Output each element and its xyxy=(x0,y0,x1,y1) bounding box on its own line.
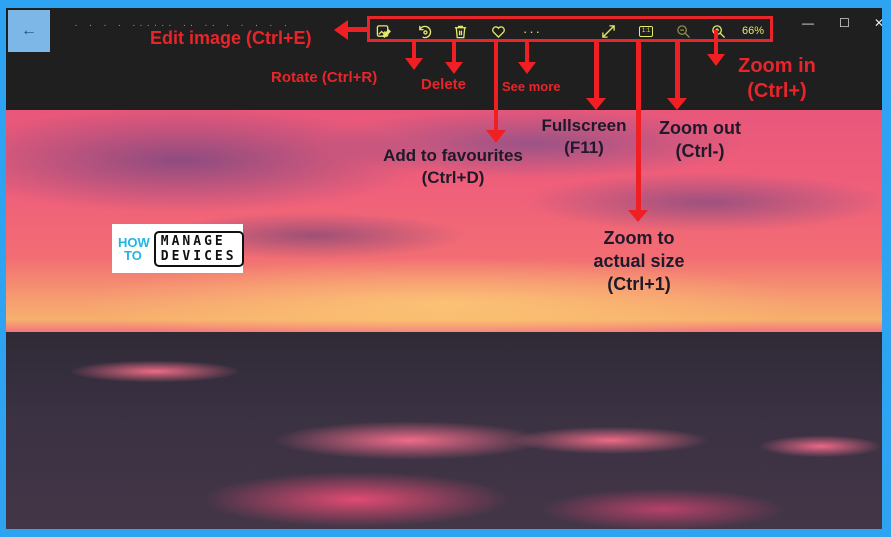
zoom-out-arrow xyxy=(675,42,680,100)
edit-arrow xyxy=(346,27,368,32)
zoom-level[interactable]: 66% xyxy=(742,23,764,39)
rotate-icon xyxy=(419,25,432,38)
label-rotate: Rotate (Ctrl+R) xyxy=(271,69,378,86)
fullscreen-button[interactable] xyxy=(601,23,616,39)
more-icon: ··· xyxy=(523,23,542,39)
label-favourites: Add to favourites (Ctrl+D) xyxy=(365,146,541,188)
see-more-arrow-head xyxy=(518,62,536,74)
how-to-manage-devices-logo: HOW TO MANAGE DEVICES xyxy=(112,224,244,273)
label-actual-size: Zoom to actual size (Ctrl+1) xyxy=(574,228,704,295)
actual-size-arrow-head xyxy=(628,210,648,222)
delete-arrow xyxy=(452,42,456,64)
see-more-arrow xyxy=(525,42,529,64)
label-see-more: See more xyxy=(502,79,561,94)
zoom-in-arrow xyxy=(714,30,718,56)
label-zoom-out: Zoom out (Ctrl-) xyxy=(645,118,755,162)
label-fullscreen-line1: Fullscreen xyxy=(541,116,627,135)
label-delete: Delete xyxy=(421,76,467,93)
edit-image-icon xyxy=(376,24,391,38)
delete-button[interactable] xyxy=(453,23,468,39)
trash-icon xyxy=(454,25,467,38)
logo-to: TO xyxy=(124,247,142,263)
label-favourites-line2: (Ctrl+D) xyxy=(421,168,485,187)
back-arrow-icon: ← xyxy=(21,22,37,39)
close-button[interactable]: ✕ xyxy=(874,16,882,30)
logo-box: MANAGE DEVICES xyxy=(153,230,244,267)
logo-manage: MANAGE xyxy=(160,233,226,249)
label-actual-size-line3: (Ctrl+1) xyxy=(607,274,671,294)
favourites-arrow-head xyxy=(486,130,506,143)
fullscreen-icon xyxy=(602,24,615,38)
see-more-button[interactable]: ··· xyxy=(523,23,542,39)
fullscreen-arrow xyxy=(594,42,599,100)
actual-size-icon: 1:1 xyxy=(639,25,654,37)
actual-size-button[interactable]: 1:1 xyxy=(639,23,654,39)
maximize-button[interactable]: ☐ xyxy=(839,16,850,30)
rotate-arrow-head xyxy=(405,58,423,70)
rocky-shore xyxy=(6,332,882,529)
logo-devices: DEVICES xyxy=(160,248,237,264)
minimize-button[interactable]: — xyxy=(802,16,814,30)
edit-arrow-head xyxy=(334,20,348,40)
back-button[interactable]: ← xyxy=(8,10,50,52)
label-zoom-in: Zoom in (Ctrl+) xyxy=(722,55,832,103)
zoom-out-arrow-head xyxy=(667,98,687,110)
label-actual-size-line1: Zoom to xyxy=(603,228,675,248)
label-fullscreen-line2: (F11) xyxy=(564,138,604,157)
zoom-out-button[interactable] xyxy=(676,23,691,39)
label-zoom-in-line2: (Ctrl+) xyxy=(747,80,807,102)
favourites-arrow xyxy=(494,42,498,132)
label-zoom-out-line2: (Ctrl-) xyxy=(675,141,725,161)
label-zoom-out-line1: Zoom out xyxy=(659,118,741,138)
delete-arrow-head xyxy=(445,62,463,74)
zoom-out-icon xyxy=(677,24,691,38)
label-fullscreen: Fullscreen (F11) xyxy=(529,116,639,158)
label-edit-image: Edit image (Ctrl+E) xyxy=(150,28,312,48)
heart-icon xyxy=(492,25,505,38)
logo-how: HOW xyxy=(118,234,150,250)
label-favourites-line1: Add to favourites xyxy=(383,146,523,165)
edit-image-button[interactable] xyxy=(376,23,391,39)
label-actual-size-line2: actual size xyxy=(593,251,685,271)
image-toolbar: ··· 1:1 66% xyxy=(367,16,773,42)
fullscreen-arrow-head xyxy=(586,98,606,110)
favourite-button[interactable] xyxy=(491,23,506,39)
label-zoom-in-line1: Zoom in xyxy=(738,55,816,77)
rotate-button[interactable] xyxy=(417,23,432,39)
